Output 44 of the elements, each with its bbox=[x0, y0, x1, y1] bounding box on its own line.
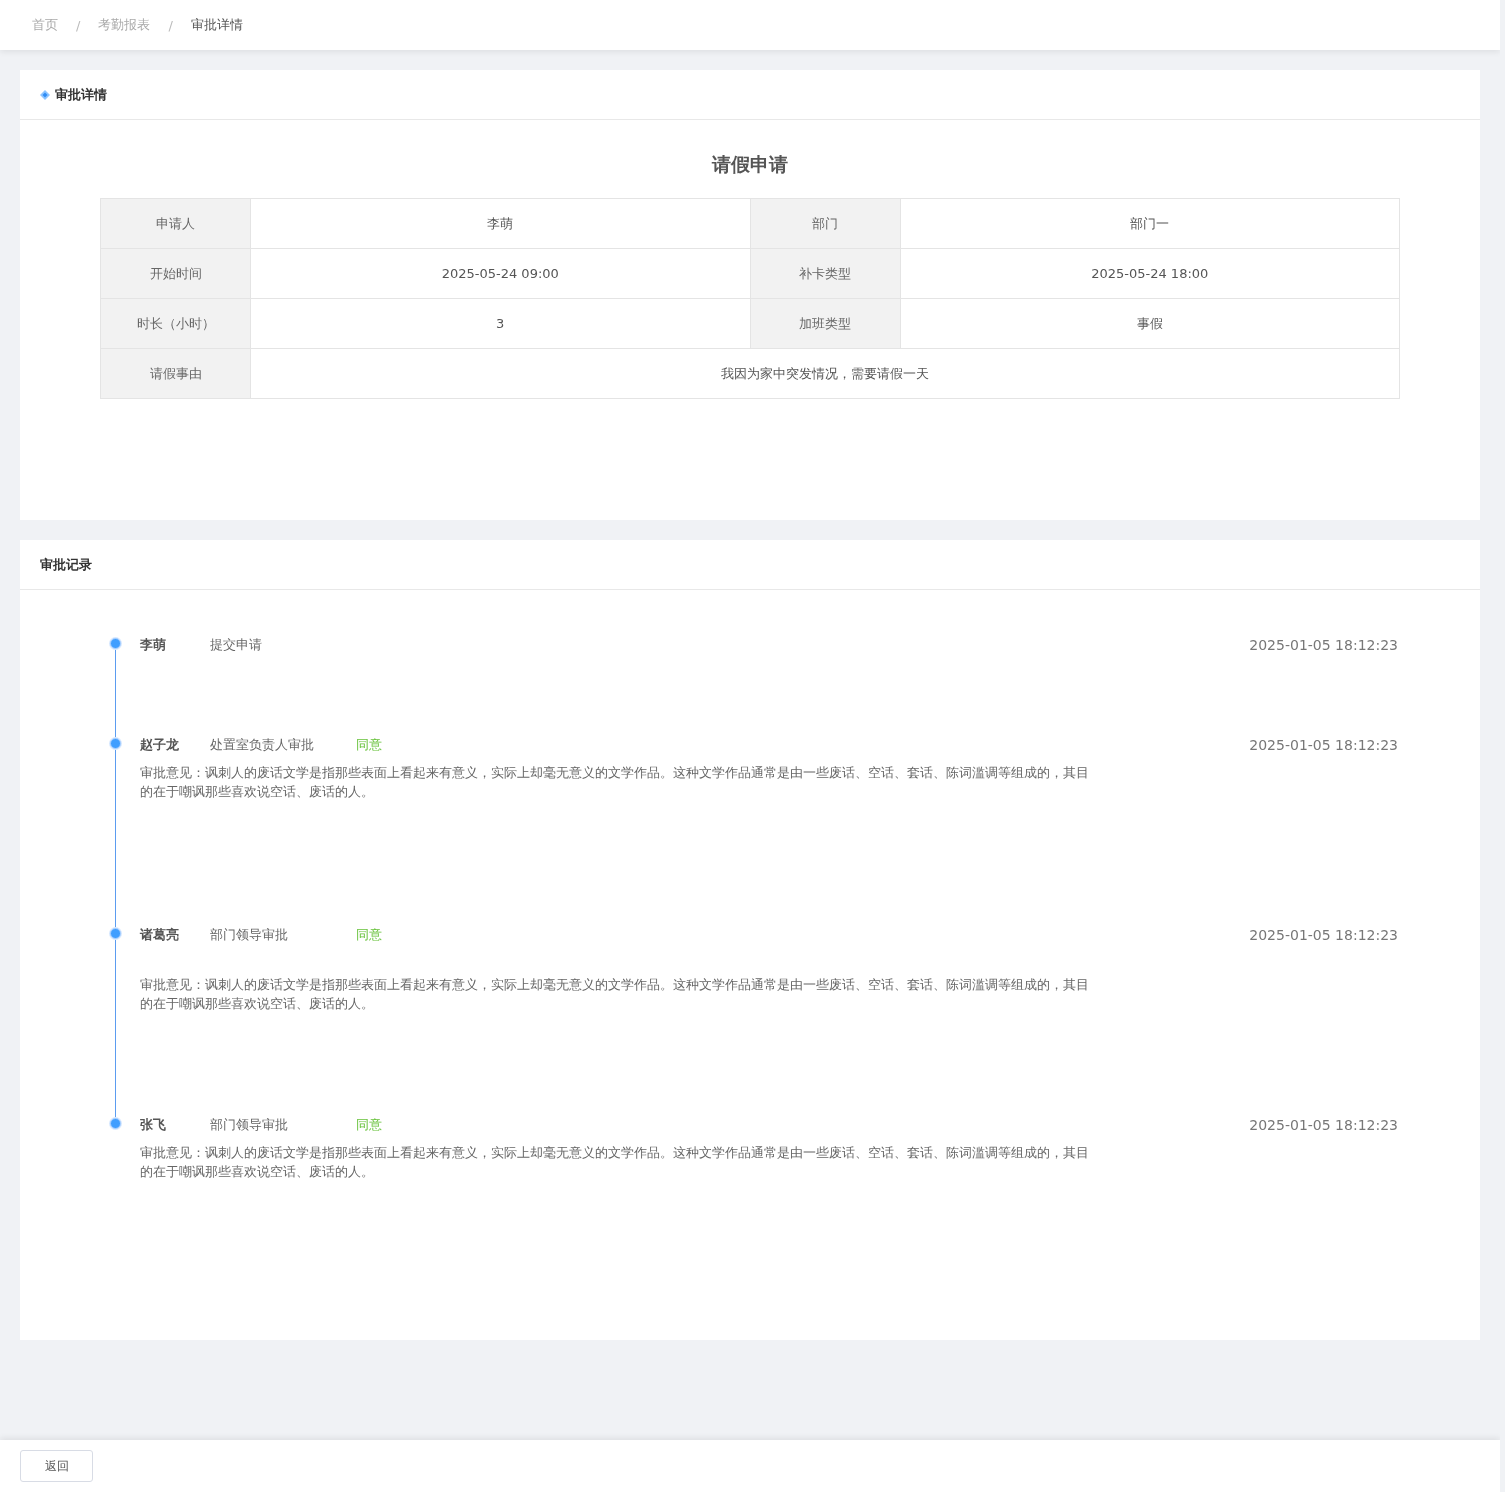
approval-comment: 审批意见：讽刺人的废话文学是指那些表面上看起来有意义，实际上却毫无意义的文学作品。这种文学作品通常是由一些废话、空话、套话、陈词滥调等组成的，其目的在于嘲讽那些喜欢说空话、废话的人。 bbox=[140, 1144, 1090, 1181]
approval-result: 同意 bbox=[356, 1116, 382, 1134]
table-cell: 我因为家中突发情况，需要请假一天 bbox=[251, 349, 1400, 399]
table-label-cell: 加班类型 bbox=[750, 299, 901, 349]
back-button[interactable]: 返回 bbox=[20, 1450, 93, 1482]
breadcrumb-separator: / bbox=[168, 17, 173, 33]
timeline-dot bbox=[110, 928, 121, 939]
diamond-icon bbox=[40, 89, 50, 100]
card-title: 审批记录 bbox=[40, 555, 92, 574]
timeline-dot bbox=[110, 638, 121, 649]
approval-time: 2025-01-05 18:12:23 bbox=[1249, 637, 1398, 653]
table-cell: 2025-05-24 09:00 bbox=[251, 249, 751, 299]
timeline-dot bbox=[110, 738, 121, 749]
approval-step: 部门领导审批 bbox=[210, 1116, 356, 1134]
approval-step: 提交申请 bbox=[210, 636, 356, 654]
approver-name: 诸葛亮 bbox=[140, 926, 180, 944]
approver-name: 赵子龙 bbox=[140, 736, 180, 754]
approval-step: 部门领导审批 bbox=[210, 926, 356, 944]
table-label-cell: 部门 bbox=[750, 199, 901, 249]
approval-time: 2025-01-05 18:12:23 bbox=[1249, 927, 1398, 943]
table-label-cell: 申请人 bbox=[101, 199, 251, 249]
table-cell: 李萌 bbox=[251, 199, 751, 249]
table-cell: 部门一 bbox=[900, 199, 1400, 249]
table-cell: 2025-05-24 18:00 bbox=[900, 249, 1400, 299]
table-label-cell: 补卡类型 bbox=[750, 249, 901, 299]
form-title: 请假申请 bbox=[710, 152, 789, 177]
approval-time: 2025-01-05 18:12:23 bbox=[1249, 1117, 1398, 1133]
approval-step: 处置室负责人审批 bbox=[210, 736, 356, 754]
approval-result: 同意 bbox=[356, 736, 382, 754]
table-label-cell: 开始时间 bbox=[101, 249, 251, 299]
card-title: 审批详情 bbox=[55, 85, 107, 104]
approval-comment: 审批意见：讽刺人的废话文学是指那些表面上看起来有意义，实际上却毫无意义的文学作品。这种文学作品通常是由一些废话、空话、套话、陈词滥调等组成的，其目的在于嘲讽那些喜欢说空话、废话的人。 bbox=[140, 976, 1090, 1013]
approval-result: 同意 bbox=[356, 926, 382, 944]
timeline-dot bbox=[110, 1118, 121, 1129]
table-label-cell: 请假事由 bbox=[101, 349, 251, 399]
table-cell: 3 bbox=[251, 299, 751, 349]
breadcrumb-separator: / bbox=[76, 17, 81, 33]
approval-time: 2025-01-05 18:12:23 bbox=[1249, 737, 1398, 753]
breadcrumb-link[interactable]: 审批详情 bbox=[190, 16, 243, 34]
approver-name: 张飞 bbox=[140, 1116, 167, 1134]
table-label-cell: 时长（小时） bbox=[101, 299, 251, 349]
table-cell: 事假 bbox=[900, 299, 1400, 349]
approver-name: 李萌 bbox=[140, 636, 167, 654]
approval-comment: 审批意见：讽刺人的废话文学是指那些表面上看起来有意义，实际上却毫无意义的文学作品。这种文学作品通常是由一些废话、空话、套话、陈词滥调等组成的，其目的在于嘲讽那些喜欢说空话、废话的人。 bbox=[140, 764, 1090, 801]
